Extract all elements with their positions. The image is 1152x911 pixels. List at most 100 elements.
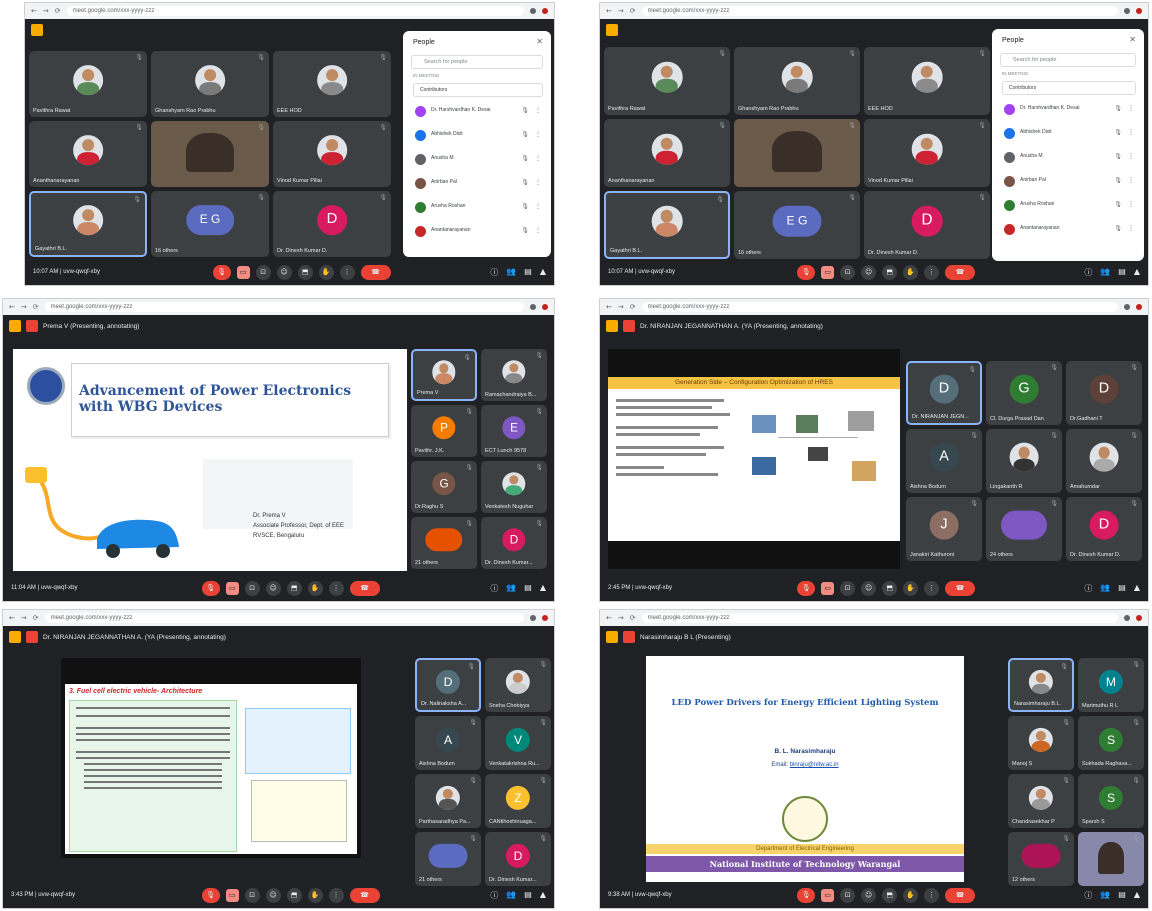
forward-icon[interactable]: →: [43, 7, 49, 15]
participant-tile[interactable]: 🎙: [734, 119, 860, 187]
emoji-button[interactable]: ☺: [265, 887, 281, 903]
participant-tile[interactable]: 🎙 Chandrasekhar P: [1008, 774, 1074, 828]
mic-icon[interactable]: 🎙: [521, 179, 529, 186]
participant-tile[interactable]: D 🎙 Dr. Nalinaksha A...: [415, 658, 481, 712]
raise-hand-button[interactable]: ✋: [307, 887, 323, 903]
search-input[interactable]: Search for people: [411, 55, 543, 69]
participant-tile[interactable]: S 🎙 Sukhada Raghava...: [1078, 716, 1144, 770]
more-icon[interactable]: ⋮: [535, 227, 541, 234]
people-row[interactable]: Anirban Pal 🎙 ⋮: [415, 175, 543, 195]
people-row[interactable]: Anirban Pal 🎙 ⋮: [1004, 173, 1136, 193]
raise-hand-button[interactable]: ✋: [903, 264, 919, 280]
more-options-button[interactable]: ⋮: [924, 887, 940, 903]
mic-icon[interactable]: 🎙: [1114, 177, 1122, 184]
mic-icon[interactable]: 🎙: [521, 155, 529, 162]
emoji-button[interactable]: ☺: [265, 580, 281, 596]
participant-tile[interactable]: 🎙 Amahumdar: [1066, 429, 1142, 493]
participant-tile[interactable]: 🎙 Ananthanarayanan: [604, 119, 730, 187]
people-row[interactable]: Anantanarayanan 🎙 ⋮: [1004, 221, 1136, 241]
end-call-button[interactable]: ☎: [945, 264, 976, 280]
camera-button[interactable]: ▭: [821, 265, 835, 279]
info-button[interactable]: ⓘ: [490, 267, 498, 278]
reload-icon[interactable]: ⟳: [630, 303, 636, 311]
captions-button[interactable]: ⊡: [255, 264, 271, 280]
present-button[interactable]: ⬒: [297, 264, 313, 280]
participant-tile[interactable]: 🎙 Manoj S: [1008, 716, 1074, 770]
people-row[interactable]: Abhishek Dixit 🎙 ⋮: [415, 127, 543, 147]
participant-tile[interactable]: 🎙 Parthasaradhya Pa...: [415, 774, 481, 828]
end-call-button[interactable]: ☎: [349, 887, 380, 903]
people-button[interactable]: 👥: [1100, 890, 1110, 901]
emoji-button[interactable]: ☺: [861, 580, 877, 596]
participant-tile[interactable]: D 🎙 Dr. Dinesh Kumar D.: [864, 191, 990, 259]
back-icon[interactable]: ←: [606, 7, 612, 15]
profile-avatar[interactable]: [542, 615, 548, 621]
people-button[interactable]: 👥: [1100, 267, 1110, 278]
mic-icon[interactable]: 🎙: [1114, 153, 1122, 160]
activities-button[interactable]: ▲: [1134, 583, 1140, 594]
mic-icon[interactable]: 🎙: [521, 227, 529, 234]
mic-icon[interactable]: 🎙: [1114, 225, 1122, 232]
present-button[interactable]: ⬒: [882, 264, 898, 280]
participant-tile[interactable]: V 🎙 Venkatakrishna Ru...: [485, 716, 551, 770]
participant-tile[interactable]: E 🎙 ECT Lunch 9578: [481, 405, 547, 457]
address-bar[interactable]: meet.google.com/xxx-yyyy-zzz: [641, 302, 1118, 312]
participant-tile[interactable]: D 🎙 Dr. Dinesh Kumar...: [481, 517, 547, 569]
extension-icon[interactable]: [530, 304, 536, 310]
participant-tile[interactable]: 🎙 Prema V: [411, 349, 477, 401]
captions-button[interactable]: ⊡: [840, 264, 856, 280]
close-icon[interactable]: ✕: [536, 37, 543, 46]
address-bar[interactable]: meet.google.com/xxx-yyyy-zzz: [66, 6, 524, 16]
participant-tile[interactable]: D 🎙 Dr.Gadhani T: [1066, 361, 1142, 425]
participant-tile[interactable]: Z 🎙 CANtihoshinuaga...: [485, 774, 551, 828]
profile-avatar[interactable]: [1136, 615, 1142, 621]
more-options-button[interactable]: ⋮: [339, 264, 355, 280]
mic-button[interactable]: 🎙: [201, 887, 220, 903]
participant-tile[interactable]: 🎙 Narasimharaju B.L.: [1008, 658, 1074, 712]
reload-icon[interactable]: ⟳: [55, 7, 61, 15]
participant-tile[interactable]: D 🎙 Dr. NIRANJAN JEGN...: [906, 361, 982, 425]
people-button[interactable]: 👥: [506, 890, 516, 901]
chat-button[interactable]: ▤: [1118, 890, 1126, 901]
more-icon[interactable]: ⋮: [535, 107, 541, 114]
forward-icon[interactable]: →: [618, 614, 624, 622]
participant-tile[interactable]: 🎙 21 others: [411, 517, 477, 569]
captions-button[interactable]: ⊡: [244, 580, 260, 596]
extension-icon[interactable]: [1124, 304, 1130, 310]
end-call-button[interactable]: ☎: [945, 580, 976, 596]
people-row[interactable]: Anusha M. 🎙 ⋮: [415, 151, 543, 171]
participant-tile[interactable]: 🎙 Ghanshyam Rao Prabhu: [151, 51, 269, 117]
slide-email[interactable]: blnraju@nitw.ac.in: [790, 762, 839, 768]
mic-button[interactable]: 🎙: [212, 264, 231, 280]
participant-tile[interactable]: 🎙 Gayathri B.L.: [604, 191, 730, 259]
participant-tile[interactable]: 🎙 Pavithra Rawat: [29, 51, 147, 117]
participant-tile[interactable]: 🎙 24 others: [986, 497, 1062, 561]
participant-tile[interactable]: 🎙 EEE HOD: [273, 51, 391, 117]
address-bar[interactable]: meet.google.com/xxx-yyyy-zzz: [44, 613, 524, 623]
participant-tile[interactable]: A 🎙 Aishna Bodum: [906, 429, 982, 493]
participant-tile[interactable]: 🎙 21 others: [415, 832, 481, 886]
info-button[interactable]: ⓘ: [1084, 583, 1092, 594]
forward-icon[interactable]: →: [21, 303, 27, 311]
captions-button[interactable]: ⊡: [244, 887, 260, 903]
extension-icon[interactable]: [1124, 615, 1130, 621]
end-call-button[interactable]: ☎: [360, 264, 391, 280]
address-bar[interactable]: meet.google.com/xxx-yyyy-zzz: [641, 6, 1118, 16]
people-row[interactable]: Dr. Harshvardhan K. Desai 🎙 ⋮: [415, 103, 543, 123]
participant-tile[interactable]: 🎙: [1078, 832, 1144, 886]
present-button[interactable]: ⬒: [882, 887, 898, 903]
more-icon[interactable]: ⋮: [1128, 153, 1134, 160]
more-icon[interactable]: ⋮: [1128, 105, 1134, 112]
chat-button[interactable]: ▤: [524, 583, 532, 594]
search-input[interactable]: Search for people: [1000, 53, 1136, 67]
mic-icon[interactable]: 🎙: [521, 203, 529, 210]
more-icon[interactable]: ⋮: [535, 203, 541, 210]
back-icon[interactable]: ←: [9, 614, 15, 622]
address-bar[interactable]: meet.google.com/xxx-yyyy-zzz: [44, 302, 524, 312]
more-options-button[interactable]: ⋮: [924, 264, 940, 280]
emoji-button[interactable]: ☺: [276, 264, 292, 280]
participant-tile[interactable]: 🎙 Sneha Chebiyya: [485, 658, 551, 712]
forward-icon[interactable]: →: [618, 7, 624, 15]
raise-hand-button[interactable]: ✋: [307, 580, 323, 596]
end-call-button[interactable]: ☎: [945, 887, 976, 903]
